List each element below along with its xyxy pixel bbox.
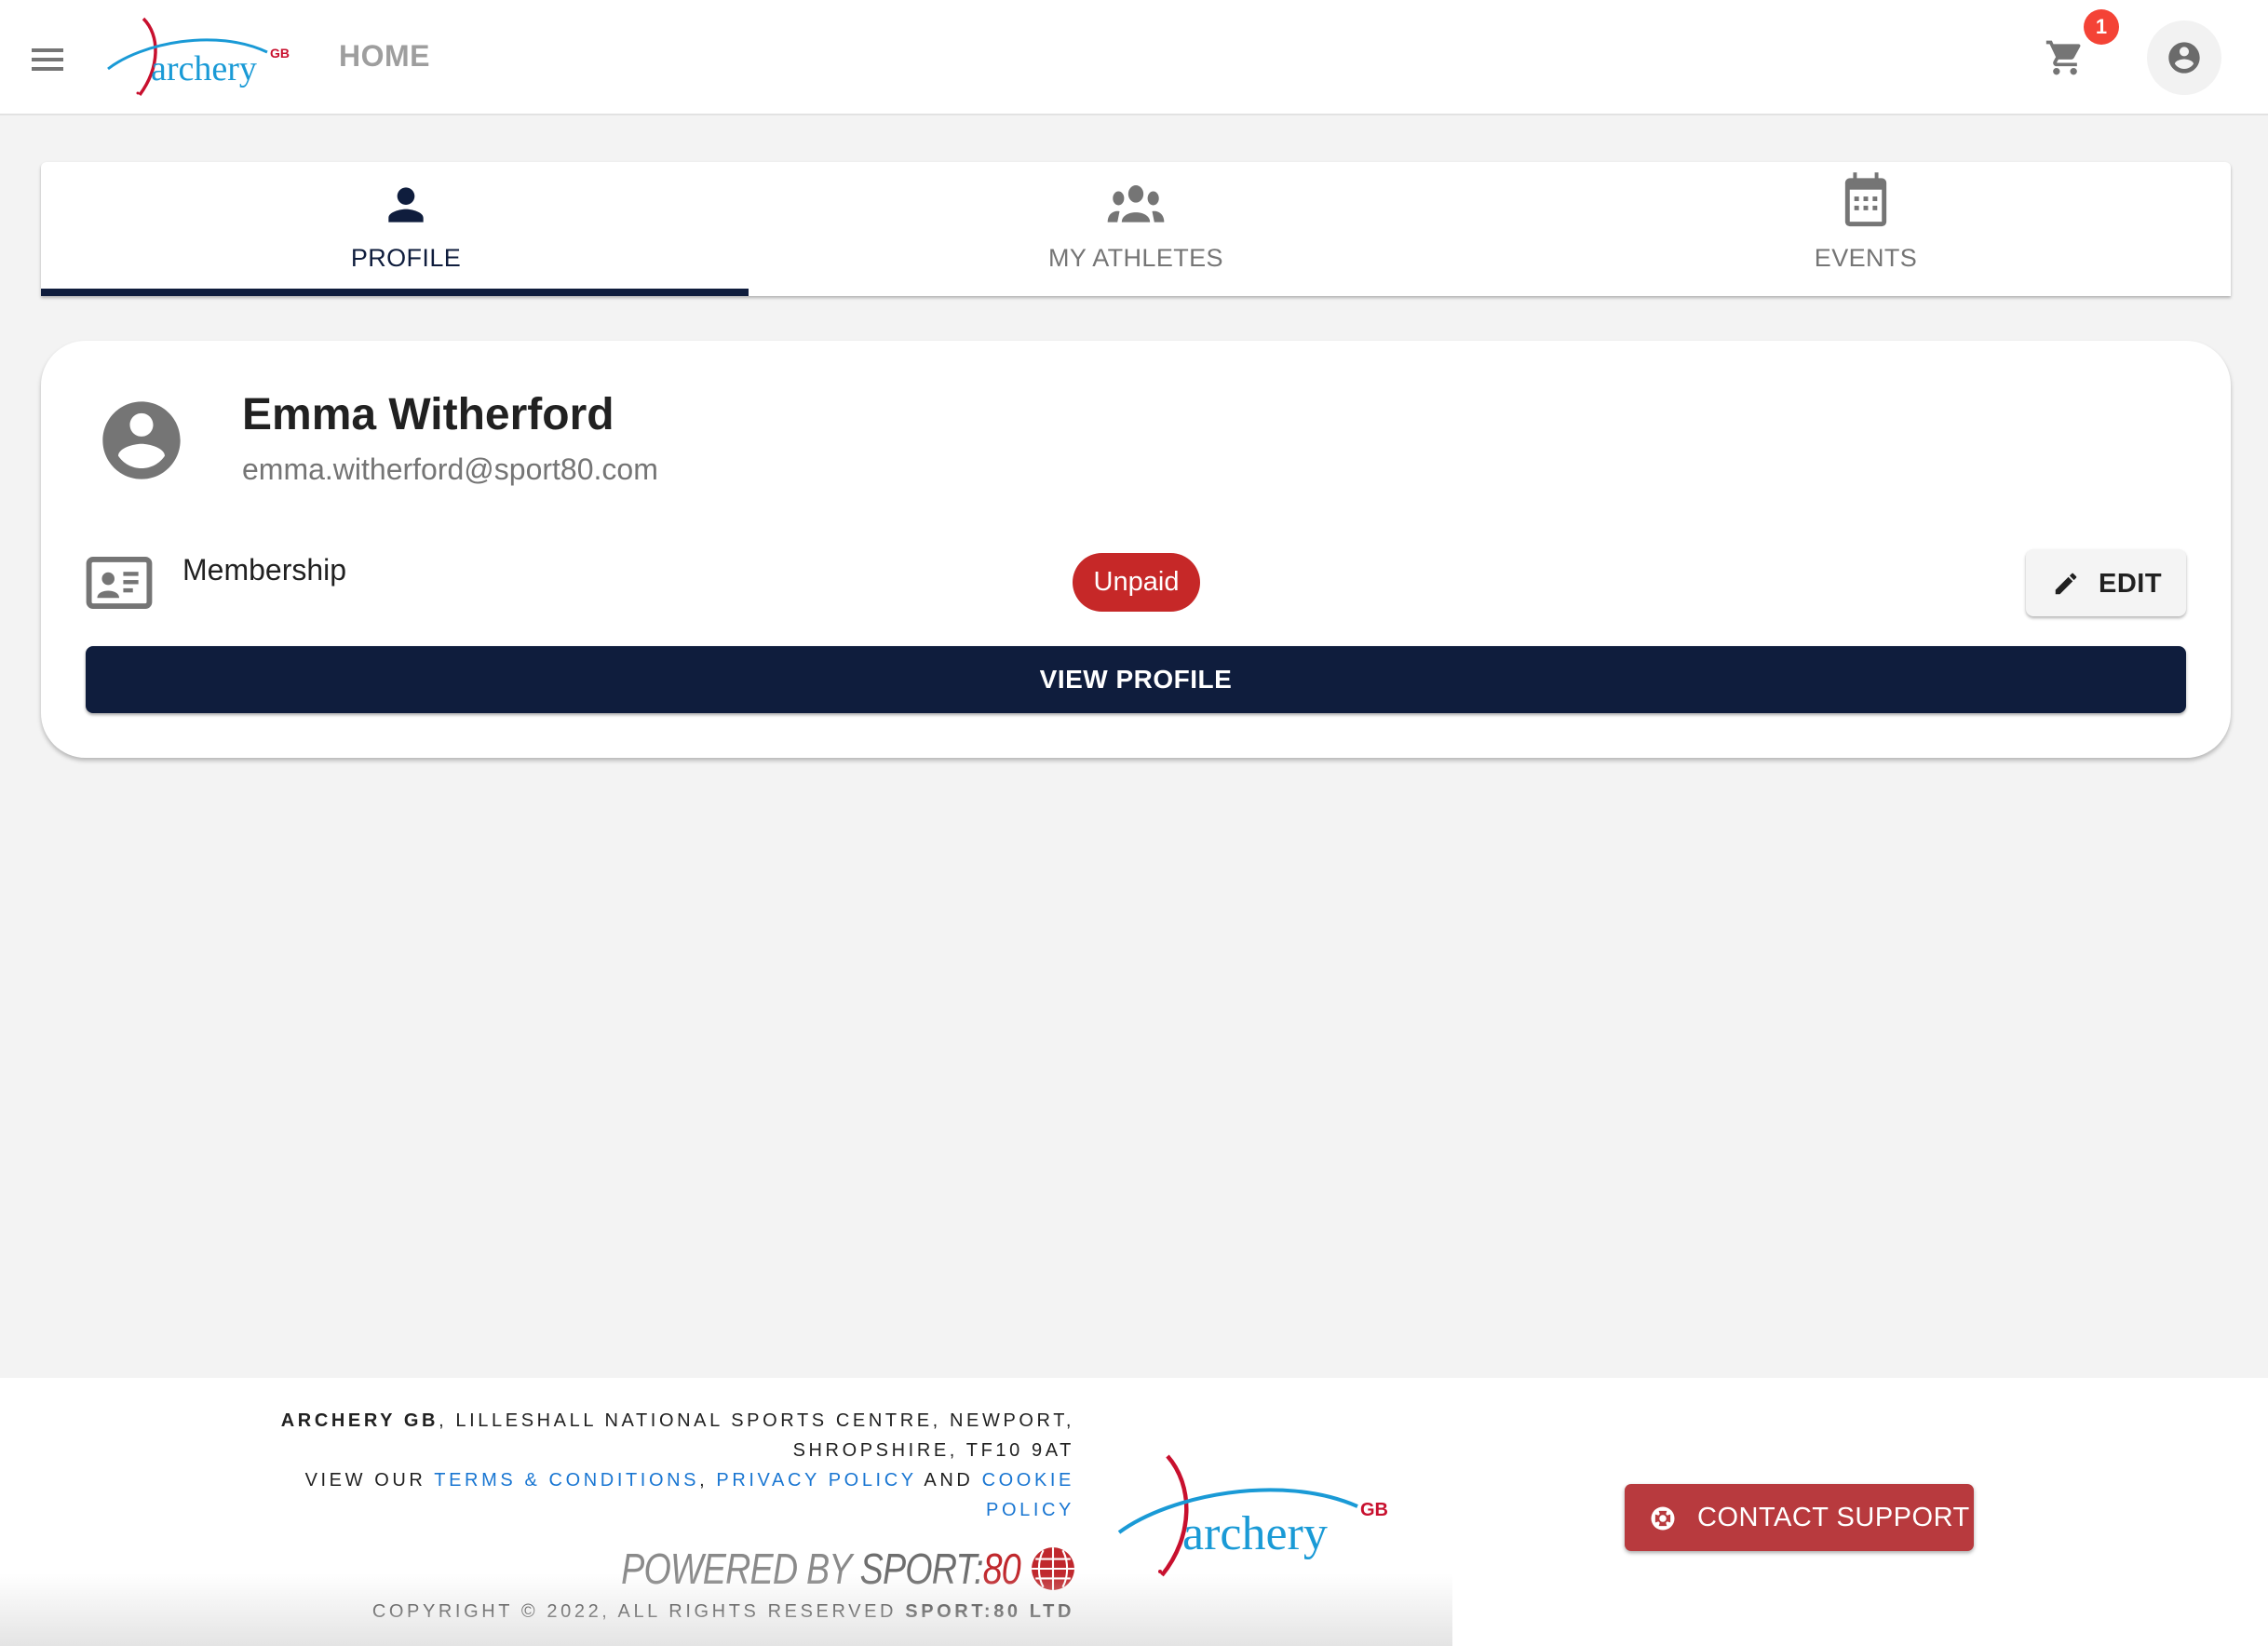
tab-profile[interactable]: PROFILE (41, 162, 771, 296)
contact-support-label: CONTACT SUPPORT (1697, 1503, 1970, 1532)
group-icon (1107, 185, 1165, 223)
footer-view-our: VIEW OUR (304, 1470, 435, 1491)
footer-address-text: , LILLESHALL NATIONAL SPORTS CENTRE, NEW… (439, 1410, 1074, 1461)
svg-text:archery: archery (151, 49, 257, 88)
footer-separator: , (699, 1470, 717, 1491)
edit-label: EDIT (2099, 569, 2163, 599)
active-tab-indicator (41, 289, 749, 296)
contact-support-button[interactable]: CONTACT SUPPORT (1625, 1484, 1974, 1551)
profile-avatar-icon (102, 401, 181, 479)
archery-gb-footer-logo: archery GB (1117, 1454, 1388, 1577)
section-tabs: PROFILE MY ATHLETES EVENTS (41, 162, 2231, 296)
membership-status-badge: Unpaid (1073, 553, 1200, 612)
footer-and: AND (916, 1470, 982, 1491)
tab-my-athletes[interactable]: MY ATHLETES (771, 162, 1501, 296)
menu-button[interactable] (28, 43, 69, 76)
terms-link[interactable]: TERMS & CONDITIONS (434, 1470, 699, 1491)
top-app-bar: archery GB HOME 1 (0, 0, 2268, 115)
tab-label: EVENTS (1814, 244, 1918, 272)
account-button[interactable] (2147, 20, 2221, 95)
home-link[interactable]: HOME (339, 39, 430, 74)
footer-address: ARCHERY GB, LILLESHALL NATIONAL SPORTS C… (261, 1406, 1074, 1525)
view-profile-button[interactable]: VIEW PROFILE (86, 646, 2186, 713)
account-circle-icon (2168, 42, 2200, 74)
archery-gb-logo[interactable]: archery GB (104, 15, 300, 101)
tab-label: MY ATHLETES (1048, 244, 1223, 272)
svg-text:GB: GB (1360, 1500, 1388, 1520)
footer-bottom-shadow (0, 1573, 1452, 1646)
tab-label: PROFILE (350, 244, 462, 272)
edit-button[interactable]: EDIT (2026, 549, 2186, 616)
menu-icon-bar (32, 67, 63, 71)
person-icon (388, 187, 424, 223)
profile-name: Emma Witherford (242, 390, 614, 439)
tab-events[interactable]: EVENTS (1501, 162, 2231, 296)
pencil-icon (2055, 573, 2077, 595)
cart-count-badge: 1 (2084, 9, 2119, 45)
profile-card: Emma Witherford emma.witherford@sport80.… (41, 341, 2231, 758)
menu-icon-bar (32, 48, 63, 52)
profile-email: emma.witherford@sport80.com (242, 452, 658, 486)
svg-text:GB: GB (270, 46, 290, 61)
svg-text:archery: archery (1182, 1507, 1328, 1560)
shopping-cart-icon[interactable] (2043, 37, 2087, 78)
privacy-policy-link[interactable]: PRIVACY POLICY (716, 1470, 916, 1491)
menu-icon-bar (32, 58, 63, 61)
calendar-icon (1844, 172, 1887, 227)
footer-org-name: ARCHERY GB (280, 1410, 439, 1431)
membership-card-icon (86, 557, 153, 609)
membership-label: Membership (182, 553, 347, 587)
lifebuoy-icon (1651, 1506, 1675, 1531)
cookie-policy-link[interactable]: COOKIE POLICY (982, 1470, 1074, 1520)
